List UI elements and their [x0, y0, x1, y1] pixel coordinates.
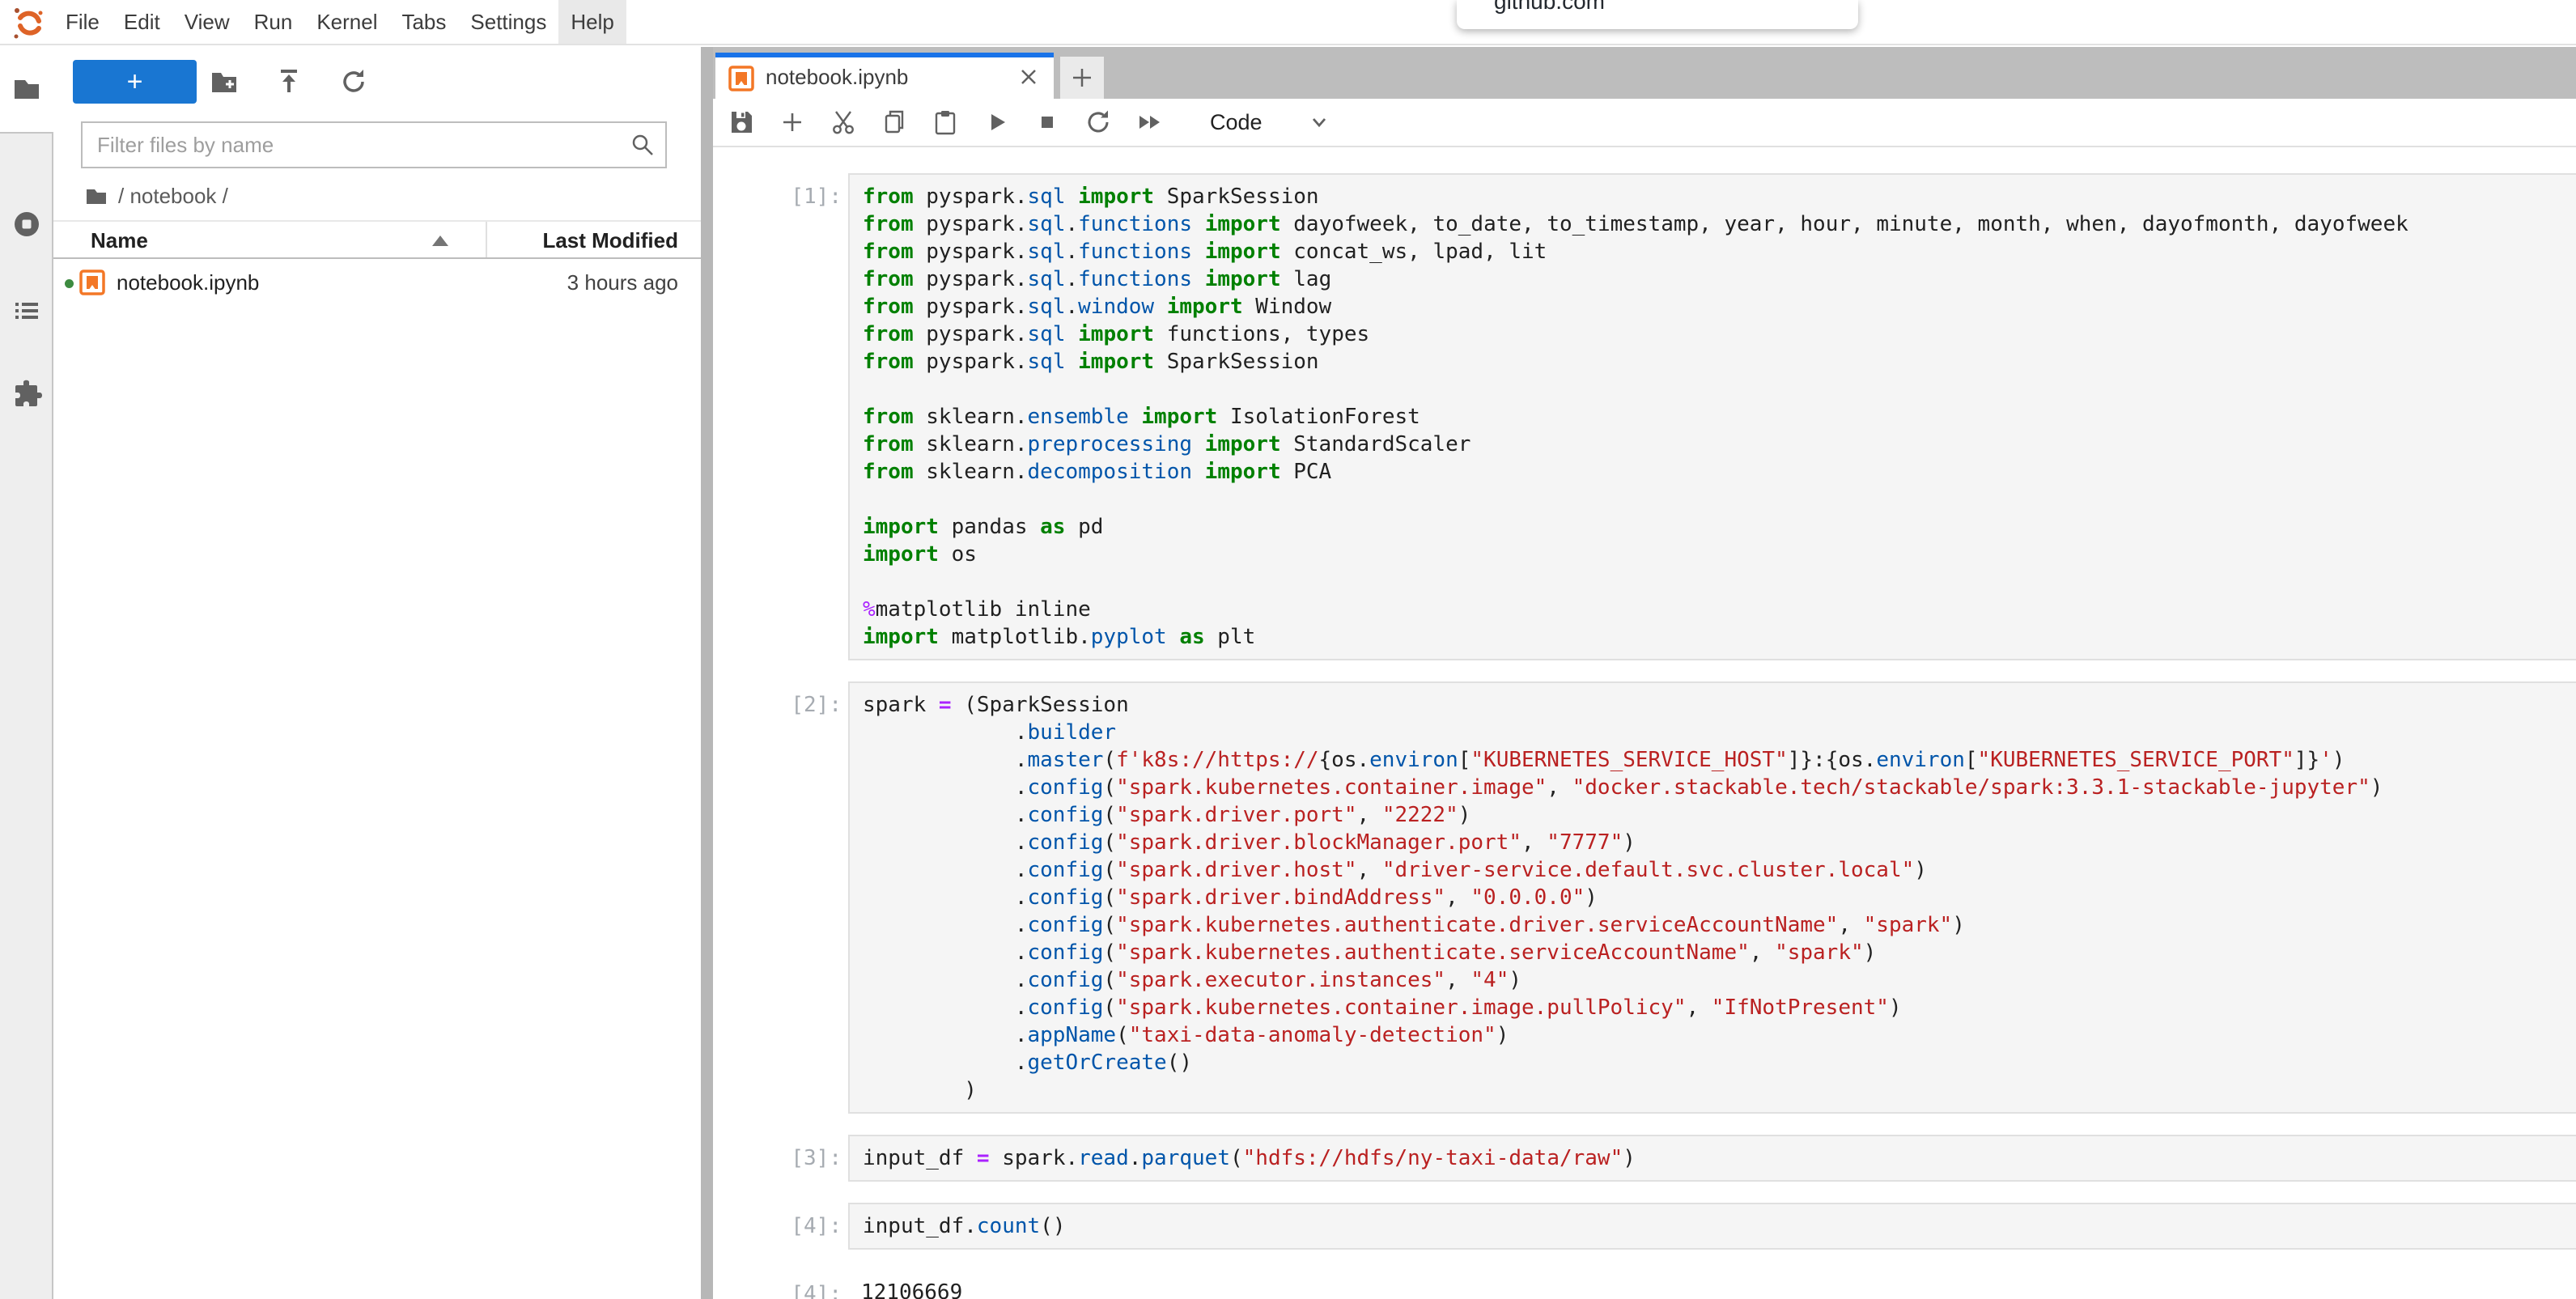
input-prompt: [2]: [713, 681, 848, 719]
input-prompt: [3]: [713, 1135, 848, 1172]
filter-files-box [81, 121, 667, 168]
new-folder-icon[interactable] [209, 66, 240, 97]
left-activity-bar [0, 47, 53, 1299]
code-cell[interactable]: [2]:spark = (SparkSession .builder .mast… [713, 681, 2576, 1114]
cut-icon[interactable] [829, 108, 858, 137]
tab-notebook[interactable]: notebook.ipynb [715, 53, 1054, 99]
output-prompt: [4]: [713, 1271, 848, 1299]
output-text: 12106669 [848, 1271, 2576, 1299]
main-dock-panel: notebook.ipynb [713, 47, 2576, 1299]
menu-file[interactable]: File [53, 0, 112, 44]
stop-icon[interactable] [1033, 108, 1062, 137]
new-launcher-button[interactable]: + [73, 60, 197, 104]
menu-bar: FileEditViewRunKernelTabsSettingsHelp [0, 0, 2576, 45]
file-name: notebook.ipynb [117, 270, 259, 295]
file-modified: 3 hours ago [567, 270, 678, 295]
notebook-content: [1]:from pyspark.sql import SparkSession… [713, 149, 2576, 1299]
add-cell-icon[interactable] [778, 108, 807, 137]
chevron-down-icon [1306, 109, 1332, 135]
code-editor[interactable]: input_df = spark.read.parquet("hdfs://hd… [848, 1135, 2576, 1182]
refresh-icon[interactable] [338, 66, 369, 97]
input-prompt: [1]: [713, 173, 848, 210]
column-divider [486, 222, 487, 257]
notebook-file-icon [728, 66, 754, 91]
menu-view[interactable]: View [172, 0, 242, 44]
upload-icon[interactable] [274, 66, 304, 97]
code-cell[interactable]: [3]:input_df = spark.read.parquet("hdfs:… [713, 1135, 2576, 1182]
file-list-header: Name Last Modified [53, 220, 701, 259]
sort-ascending-icon [432, 236, 448, 246]
search-icon [630, 132, 656, 158]
file-browser-panel: + / notebook / Name Last Modified notebo… [53, 47, 701, 1299]
tab-bar: notebook.ipynb [713, 47, 2576, 99]
activity-bar-strip [0, 132, 53, 1299]
breadcrumb[interactable]: / notebook / [84, 181, 228, 210]
breadcrumb-path: / notebook / [118, 184, 228, 209]
notebook-toolbar: Code [713, 99, 2576, 147]
file-row[interactable]: notebook.ipynb 3 hours ago [53, 259, 701, 308]
paste-icon[interactable] [931, 108, 960, 137]
tab-title: notebook.ipynb [766, 65, 908, 90]
column-header-name[interactable]: Name [91, 228, 148, 253]
jupyterlab-window: FileEditViewRunKernelTabsSettingsHelp + [0, 0, 2576, 1299]
menu-kernel[interactable]: Kernel [304, 0, 389, 44]
menu-items: FileEditViewRunKernelTabsSettingsHelp [53, 0, 626, 44]
menu-edit[interactable]: Edit [112, 0, 172, 44]
active-tab-indicator [715, 53, 1054, 57]
close-tab-icon[interactable] [1015, 63, 1042, 91]
code-cell[interactable]: [1]:from pyspark.sql import SparkSession… [713, 173, 2576, 660]
save-icon[interactable] [727, 108, 756, 137]
column-header-last-modified[interactable]: Last Modified [542, 228, 678, 253]
code-editor[interactable]: from pyspark.sql import SparkSessionfrom… [848, 173, 2576, 660]
restart-kernel-icon[interactable] [1084, 108, 1113, 137]
menu-settings[interactable]: Settings [458, 0, 558, 44]
code-cell[interactable]: [4]:input_df.count() [713, 1203, 2576, 1250]
cell-list: [1]:from pyspark.sql import SparkSession… [713, 173, 2576, 1299]
new-tab-button[interactable] [1060, 57, 1104, 99]
popup-text: github.com [1494, 0, 1605, 15]
code-editor[interactable]: spark = (SparkSession .builder .master(f… [848, 681, 2576, 1114]
running-kernels-icon[interactable] [11, 208, 43, 240]
table-of-contents-icon[interactable] [11, 295, 43, 327]
menu-run[interactable]: Run [242, 0, 305, 44]
copy-icon[interactable] [880, 108, 909, 137]
cell-type-label: Code [1210, 110, 1263, 135]
input-prompt: [4]: [713, 1203, 848, 1240]
menu-help[interactable]: Help [558, 0, 626, 44]
run-icon[interactable] [982, 108, 1011, 137]
notebook-file-icon [79, 270, 105, 295]
stackable-logo-icon [10, 4, 47, 41]
running-kernel-dot [65, 279, 74, 288]
cell-type-dropdown[interactable]: Code [1210, 109, 1332, 135]
extensions-puzzle-icon[interactable] [11, 377, 43, 410]
code-editor[interactable]: input_df.count() [848, 1203, 2576, 1250]
file-browser-icon[interactable] [11, 73, 43, 105]
run-all-icon[interactable] [1135, 108, 1164, 137]
output-area: [4]:12106669 [713, 1271, 2576, 1299]
menu-tabs[interactable]: Tabs [389, 0, 458, 44]
home-folder-icon [84, 184, 108, 208]
filter-files-input[interactable] [81, 121, 667, 168]
panel-resize-handle[interactable] [701, 47, 713, 1299]
browser-popup: github.com [1457, 0, 1858, 29]
